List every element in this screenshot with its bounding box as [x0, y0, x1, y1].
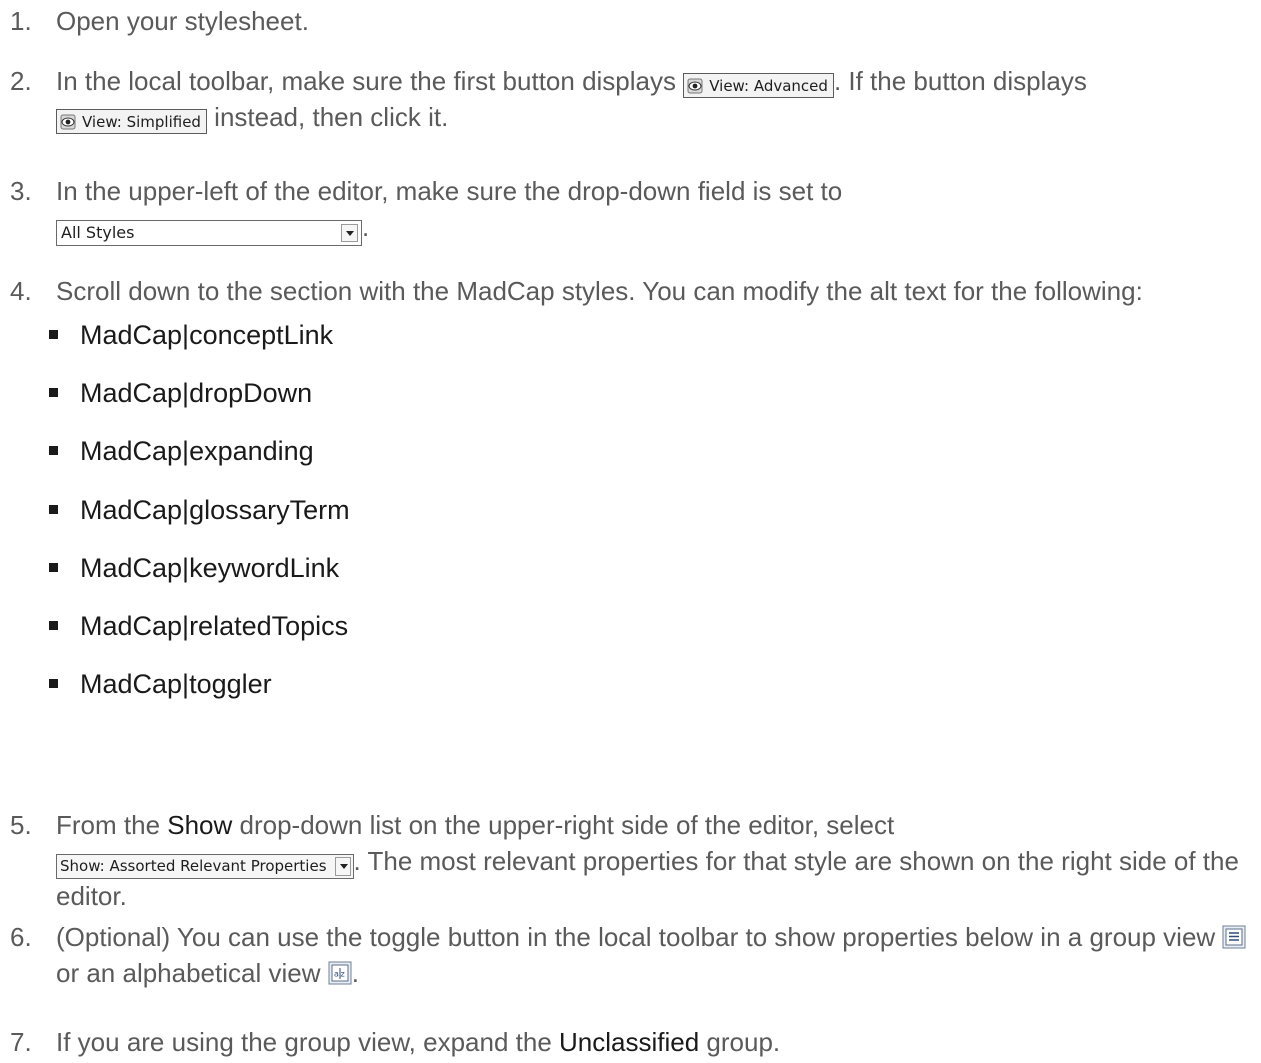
group-view-icon	[1222, 925, 1246, 949]
step-number: 5.	[10, 810, 32, 840]
step-text: From the	[56, 810, 168, 840]
step-text: In the local toolbar, make sure the firs…	[56, 66, 684, 96]
show-properties-dropdown: Show: Assorted Relevant Properties	[56, 853, 354, 879]
step-text: Scroll down to the section with the MadC…	[56, 276, 1143, 306]
svg-text:z: z	[340, 969, 344, 978]
step-number: 2.	[10, 66, 32, 96]
eye-icon	[60, 114, 76, 130]
step-5: 5. From the Show drop-down list on the u…	[10, 810, 1239, 912]
step-7: 7. If you are using the group view, expa…	[0, 1025, 780, 1061]
step-text: If you are using the group view, expand …	[56, 1027, 560, 1057]
styles-dropdown: All Styles	[56, 219, 362, 246]
alphabetical-view-icon: az	[328, 961, 352, 985]
bullet-icon	[49, 504, 58, 514]
step-text: Open your stylesheet.	[56, 6, 309, 36]
list-item: MadCap|conceptLink	[0, 316, 1186, 374]
list-item: MadCap|keywordLink	[0, 549, 1186, 607]
step-4: 4. Scroll down to the section with the M…	[0, 274, 1186, 724]
step-number: 7.	[10, 1027, 32, 1057]
list-item: MadCap|glossaryTerm	[0, 491, 1186, 549]
view-simplified-button: View: Simplified	[56, 108, 207, 134]
bullet-icon	[49, 446, 58, 456]
step-number: 6.	[10, 922, 32, 952]
chevron-down-icon	[334, 856, 351, 876]
bullet-icon	[49, 621, 58, 631]
madcap-styles-list: MadCap|conceptLink MadCap|dropDown MadCa…	[0, 316, 1186, 724]
chevron-down-icon	[341, 223, 358, 242]
list-item: MadCap|expanding	[0, 432, 1186, 490]
bullet-icon	[49, 679, 58, 689]
list-item: MadCap|dropDown	[0, 374, 1186, 432]
step-text: In the upper-left of the editor, make su…	[56, 176, 843, 206]
view-advanced-button: View: Advanced	[683, 73, 834, 98]
bullet-icon	[49, 329, 58, 339]
svg-text:a: a	[334, 969, 339, 978]
step-text: (Optional) You can use the toggle button…	[56, 922, 1223, 952]
step-number: 4.	[10, 276, 32, 306]
step-number: 3.	[10, 176, 32, 206]
step-1: 1. Open your stylesheet.	[0, 4, 309, 40]
unclassified-label: Unclassified	[559, 1027, 700, 1057]
eye-icon	[687, 78, 703, 94]
bullet-icon	[49, 562, 58, 572]
show-label: Show	[167, 810, 233, 840]
bullet-icon	[49, 387, 58, 397]
list-item: MadCap|toggler	[0, 665, 1186, 723]
step-3: 3. In the upper-left of the editor, make…	[0, 174, 842, 246]
list-item: MadCap|relatedTopics	[0, 607, 1186, 665]
step-number: 1.	[10, 6, 32, 36]
step-2: 2. In the local toolbar, make sure the f…	[10, 66, 1087, 134]
step-6: 6. (Optional) You can use the toggle but…	[0, 920, 1256, 991]
